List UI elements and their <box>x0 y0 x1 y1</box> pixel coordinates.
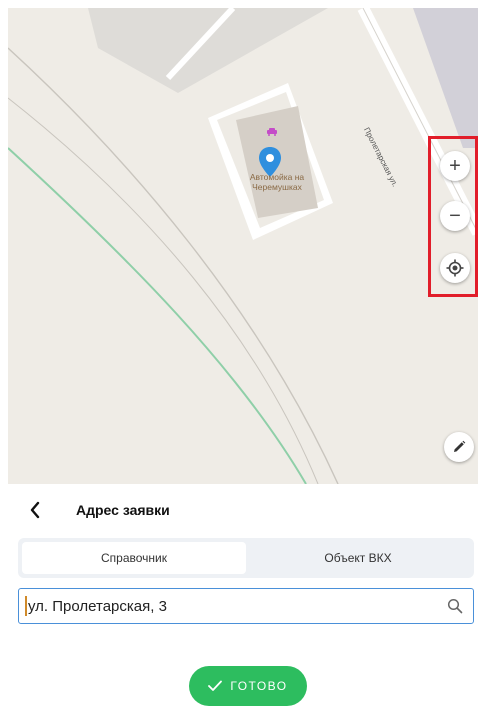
address-input[interactable]: ул. Пролетарская, 3 <box>18 588 474 624</box>
poi-label: Автомойка на Черемушках <box>249 172 305 192</box>
done-button-label: ГОТОВО <box>230 679 288 693</box>
map-view[interactable]: Автомойка на Черемушках Пролетарская ул. <box>8 8 478 484</box>
check-icon <box>208 680 223 691</box>
search-icon[interactable] <box>447 598 463 614</box>
car-wash-icon <box>267 128 277 136</box>
plus-icon: + <box>449 155 461 177</box>
map-canvas <box>8 8 478 484</box>
page: Автомойка на Черемушках Пролетарская ул.… <box>0 0 478 708</box>
chevron-left-icon[interactable] <box>26 500 46 520</box>
zoom-in-button[interactable]: + <box>440 151 470 181</box>
pencil-icon <box>454 440 466 452</box>
minus-icon: − <box>449 205 461 227</box>
locate-icon <box>446 259 464 277</box>
tab-directory[interactable]: Справочник <box>22 542 246 574</box>
edit-button[interactable] <box>444 432 474 462</box>
page-title: Адрес заявки <box>76 502 170 518</box>
text-cursor <box>25 596 27 616</box>
tab-bar: Справочник Объект ВКХ <box>18 538 474 578</box>
address-input-value[interactable]: ул. Пролетарская, 3 <box>28 598 447 615</box>
locate-button[interactable] <box>440 253 470 283</box>
zoom-out-button[interactable]: − <box>440 201 470 231</box>
tab-vkh-object[interactable]: Объект ВКХ <box>246 542 470 574</box>
done-button[interactable]: ГОТОВО <box>189 666 307 706</box>
